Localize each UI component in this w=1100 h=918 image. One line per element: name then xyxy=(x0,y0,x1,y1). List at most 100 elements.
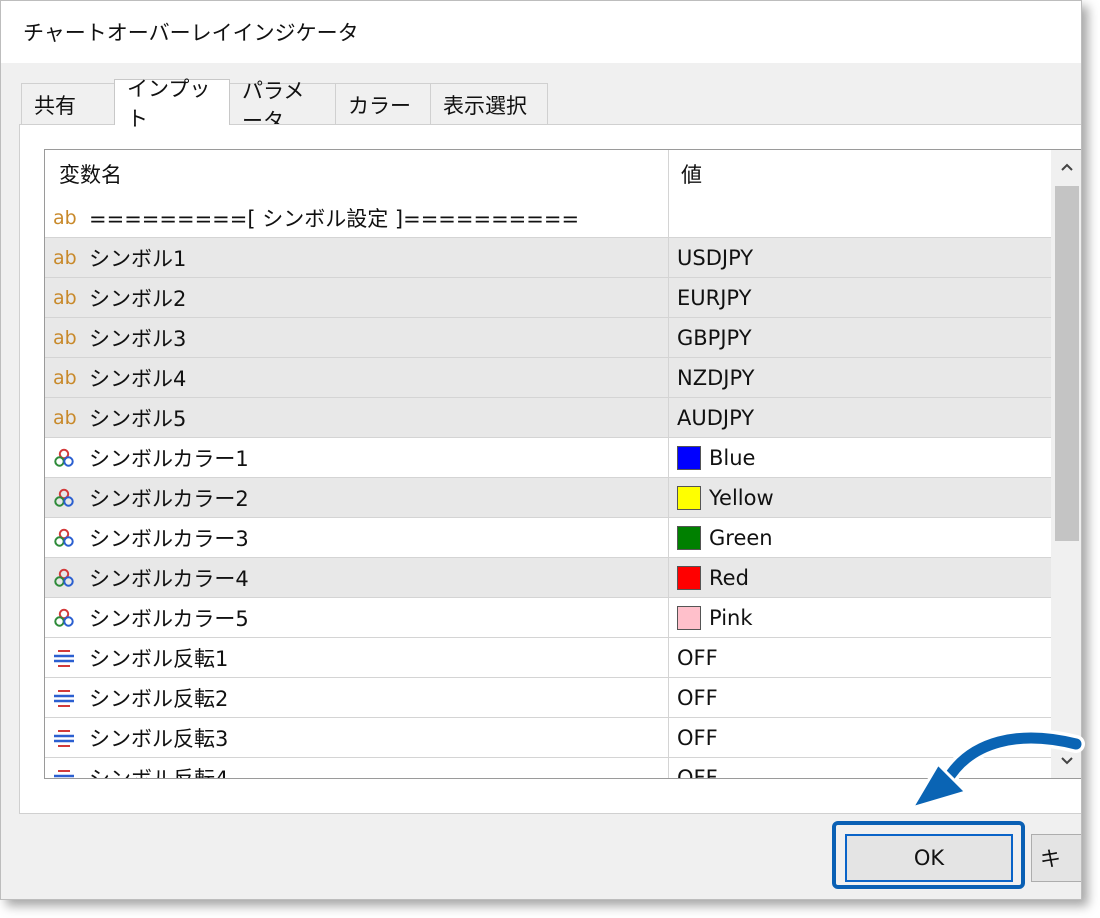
value-cell[interactable]: AUDJPY xyxy=(669,398,1051,437)
tab-label: 共有 xyxy=(34,93,76,118)
value-cell[interactable]: OFF xyxy=(669,638,1051,677)
table-row[interactable]: シンボルカラー1 Blue xyxy=(45,438,1051,478)
table-row[interactable]: ab シンボル5 AUDJPY xyxy=(45,398,1051,438)
color-icon xyxy=(53,528,83,548)
tab-label: カラー xyxy=(348,93,411,118)
variable-name: シンボル4 xyxy=(89,366,187,391)
tab-strip: 共有 インプット パラメータ カラー 表示選択 xyxy=(21,77,548,133)
variable-name-cell: ab シンボル5 xyxy=(45,398,669,437)
value-text: Yellow xyxy=(709,485,774,510)
color-icon xyxy=(53,488,83,508)
title-bar: チャートオーバーレイインジケータ xyxy=(1,1,1081,63)
table-row[interactable]: シンボル反転1 OFF xyxy=(45,638,1051,678)
enum-icon xyxy=(53,648,83,668)
variable-name-cell: シンボルカラー4 xyxy=(45,558,669,597)
value-cell[interactable]: EURJPY xyxy=(669,278,1051,317)
value-cell[interactable]: OFF xyxy=(669,678,1051,717)
color-icon xyxy=(53,568,83,588)
value-cell[interactable]: GBPJPY xyxy=(669,318,1051,357)
value-text: Green xyxy=(709,525,773,550)
tab-visualization[interactable]: 表示選択 xyxy=(430,83,548,125)
separator-value xyxy=(669,198,1051,237)
variable-name-cell: シンボル反転4 xyxy=(45,758,669,779)
table-row[interactable]: ab シンボル4 NZDJPY xyxy=(45,358,1051,398)
value-cell[interactable]: Green xyxy=(669,518,1051,557)
table-row[interactable]: シンボルカラー2 Yellow xyxy=(45,478,1051,518)
variable-name: シンボル1 xyxy=(89,246,187,271)
pointer-arrow-icon xyxy=(910,730,1085,810)
color-swatch xyxy=(677,605,701,630)
value-text: NZDJPY xyxy=(677,365,755,390)
header-variable-name[interactable]: 変数名 xyxy=(45,150,669,198)
value-cell[interactable]: NZDJPY xyxy=(669,358,1051,397)
color-icon xyxy=(53,448,83,468)
inputs-table: 変数名 値 ab =========[ シンボル設定 ]========== a… xyxy=(45,150,1051,779)
value-cell[interactable]: Red xyxy=(669,558,1051,597)
inputs-grid: 変数名 値 ab =========[ シンボル設定 ]========== a… xyxy=(44,149,1081,779)
grid-header: 変数名 値 xyxy=(45,150,1051,198)
value-cell[interactable]: USDJPY xyxy=(669,238,1051,277)
variable-name-cell: シンボル反転1 xyxy=(45,638,669,677)
window-title: チャートオーバーレイインジケータ xyxy=(23,21,359,45)
enum-icon xyxy=(53,688,83,708)
scrollbar-thumb[interactable] xyxy=(1055,186,1079,541)
value-cell[interactable]: Pink xyxy=(669,598,1051,637)
header-value[interactable]: 値 xyxy=(669,150,1051,198)
string-icon: ab xyxy=(53,406,77,429)
value-text: Pink xyxy=(709,605,753,630)
variable-name: シンボル3 xyxy=(89,326,187,351)
tab-inputs[interactable]: インプット xyxy=(114,77,230,131)
color-swatch xyxy=(677,485,701,510)
enum-icon xyxy=(53,728,83,748)
table-row[interactable]: ab シンボル2 EURJPY xyxy=(45,278,1051,318)
variable-name-cell: ab シンボル3 xyxy=(45,318,669,357)
variable-name: シンボルカラー1 xyxy=(89,446,249,471)
variable-name-cell: ab シンボル4 xyxy=(45,358,669,397)
table-row[interactable]: ab シンボル1 USDJPY xyxy=(45,238,1051,278)
table-row[interactable]: シンボルカラー3 Green xyxy=(45,518,1051,558)
string-icon: ab xyxy=(53,246,77,269)
variable-name: シンボル反転3 xyxy=(89,726,229,751)
cancel-button[interactable]: キ xyxy=(1031,834,1081,882)
value-text: USDJPY xyxy=(677,245,754,270)
variable-name-cell: シンボルカラー2 xyxy=(45,478,669,517)
variable-name: シンボルカラー5 xyxy=(89,606,249,631)
value-cell[interactable]: Blue xyxy=(669,438,1051,477)
value-cell[interactable]: Yellow xyxy=(669,478,1051,517)
variable-name: シンボルカラー2 xyxy=(89,486,249,511)
variable-name-cell: ab シンボル1 xyxy=(45,238,669,277)
variable-name: シンボル反転4 xyxy=(89,766,229,779)
value-text: GBPJPY xyxy=(677,325,752,350)
string-icon: ab xyxy=(53,286,77,309)
variable-name: シンボルカラー4 xyxy=(89,566,249,591)
separator-row[interactable]: ab =========[ シンボル設定 ]========== xyxy=(45,198,1051,238)
table-row[interactable]: シンボル反転2 OFF xyxy=(45,678,1051,718)
value-text: Red xyxy=(709,565,749,590)
tab-shared[interactable]: 共有 xyxy=(21,83,115,125)
color-swatch xyxy=(677,565,701,590)
tab-label: インプット xyxy=(127,76,211,131)
variable-name-cell: シンボル反転3 xyxy=(45,718,669,757)
variable-name: シンボルカラー3 xyxy=(89,526,249,551)
variable-name: シンボル反転1 xyxy=(89,646,229,671)
string-icon: ab xyxy=(53,366,77,389)
table-row[interactable]: ab シンボル3 GBPJPY xyxy=(45,318,1051,358)
variable-name-cell: シンボルカラー3 xyxy=(45,518,669,557)
color-swatch xyxy=(677,525,701,550)
value-text: OFF xyxy=(677,725,718,750)
enum-icon xyxy=(53,768,83,779)
value-text: OFF xyxy=(677,645,718,670)
value-text: Blue xyxy=(709,445,756,470)
vertical-scrollbar[interactable] xyxy=(1051,150,1081,778)
tab-label: 表示選択 xyxy=(443,93,527,118)
variable-name: シンボル5 xyxy=(89,406,187,431)
variable-name-cell: シンボル反転2 xyxy=(45,678,669,717)
tab-colors[interactable]: カラー xyxy=(335,83,431,125)
variable-name: シンボル反転2 xyxy=(89,686,229,711)
tab-parameters[interactable]: パラメータ xyxy=(229,79,336,133)
table-row[interactable]: シンボルカラー5 Pink xyxy=(45,598,1051,638)
scroll-up-icon[interactable] xyxy=(1051,150,1081,184)
table-row[interactable]: シンボルカラー4 Red xyxy=(45,558,1051,598)
color-icon xyxy=(53,608,83,628)
value-text: OFF xyxy=(677,685,718,710)
